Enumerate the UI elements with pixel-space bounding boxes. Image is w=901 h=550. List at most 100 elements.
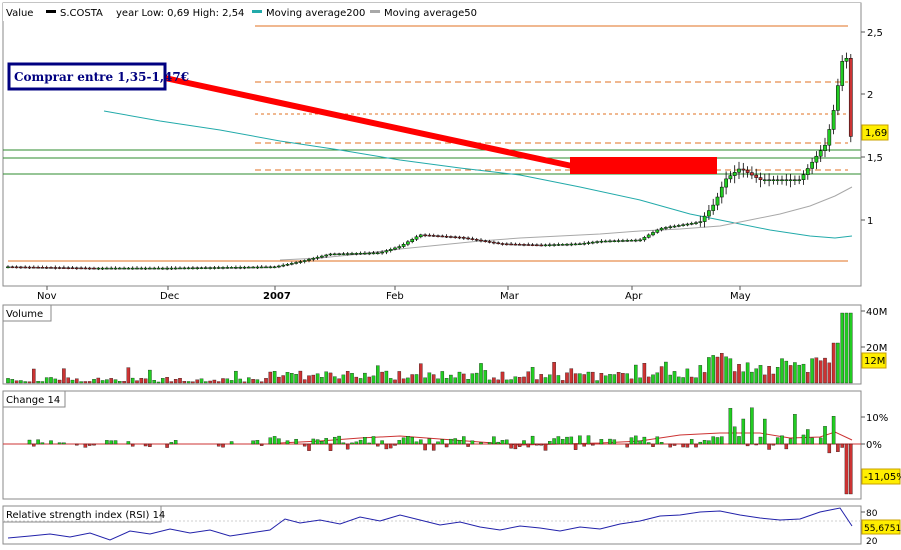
change-bar [384,443,389,450]
volume-bar [118,381,122,384]
change-bar [363,437,367,445]
volume-bar [836,342,840,384]
volume-bar [646,376,651,384]
rsi-tick: 20 [866,537,878,546]
change-bar [221,443,225,448]
change-bar [728,408,733,445]
change-bar [750,407,754,445]
candle-body [642,237,647,241]
change-bar [505,439,509,445]
candle-body [375,252,380,255]
candle-body [238,266,243,269]
candle-body [724,178,728,188]
candle-body [784,179,789,181]
candle-body [418,234,423,238]
volume-bar [487,379,492,384]
change-bar [818,437,823,445]
volume-bar [307,375,311,384]
candle-body [358,252,363,255]
volume-bar [741,371,746,384]
volume-bar [784,360,789,384]
change-last-label: -11,05% [864,472,901,483]
volume-bar [831,342,836,384]
candle-body [535,244,539,247]
volume-bar [195,379,199,384]
candle-body [337,253,341,256]
volume-bar [264,378,268,384]
candle-body [186,267,191,270]
candle-body [221,267,225,269]
change-bar [216,443,221,447]
volume-bar [6,378,10,384]
candle-body [105,267,109,270]
candle-body [509,243,513,246]
change-bar [311,438,316,445]
volume-bar [689,376,694,384]
candle-body [195,267,200,269]
volume-bar [573,373,578,384]
volume-bar [634,364,638,384]
volume-bar [715,356,720,384]
volume-bar [629,378,634,384]
candle-body [702,215,707,222]
candle-body [672,225,677,228]
volume-bar [638,377,642,384]
volume-bar [694,377,698,384]
volume-bar [582,374,586,384]
candle-body [92,267,96,270]
change-bar [277,438,281,445]
candle-body [66,267,71,269]
change-bar [423,443,427,451]
candle-body [302,260,307,262]
volume-bar [431,374,436,384]
candle-body [40,267,45,269]
volume-bar [277,376,281,384]
volume-bar [595,380,599,384]
volume-bar [608,374,612,384]
volume-bar [496,379,500,384]
volume-bar [178,377,182,384]
change-bar [457,440,462,445]
candle-body [62,267,66,269]
change-bar [625,443,629,448]
candle-body [629,239,634,242]
volume-bar [169,381,174,384]
volume-bar [255,379,260,384]
volume-bar [698,365,703,384]
candle-body [496,242,501,245]
volume-bar [530,367,535,384]
candle-body [122,267,126,270]
change-bar [827,443,832,454]
volume-bar [182,381,187,384]
legend-ma200: Moving average200 [266,8,365,19]
chart-canvas: Value S.COSTA year Low: 0,69 High: 2,54 … [2,2,901,547]
change-bar [745,443,750,447]
candle-body [582,242,587,245]
volume-bar [294,374,298,384]
candle-body [363,252,367,255]
change-bar [543,443,548,451]
candle-body [53,267,58,269]
volume-bar [797,364,801,384]
volume-bar [453,377,457,384]
candle-body [87,267,92,270]
change-bar [57,442,62,445]
change-bar [165,443,169,448]
change-bar [573,443,578,450]
volume-bar [251,379,255,384]
candle-body [608,240,612,243]
change-bar [608,438,612,445]
candle-body [100,267,105,270]
change-bar [285,440,290,445]
candle-body [57,267,62,269]
change-bar [251,440,255,445]
candle-body [492,241,496,244]
candle-body [70,267,75,269]
candle-body [655,229,660,233]
change-bar [229,441,234,445]
candle-body [246,266,251,269]
change-bar [328,443,333,451]
candle-body [14,266,19,269]
volume-bar [27,381,32,384]
change-bar [638,440,642,445]
